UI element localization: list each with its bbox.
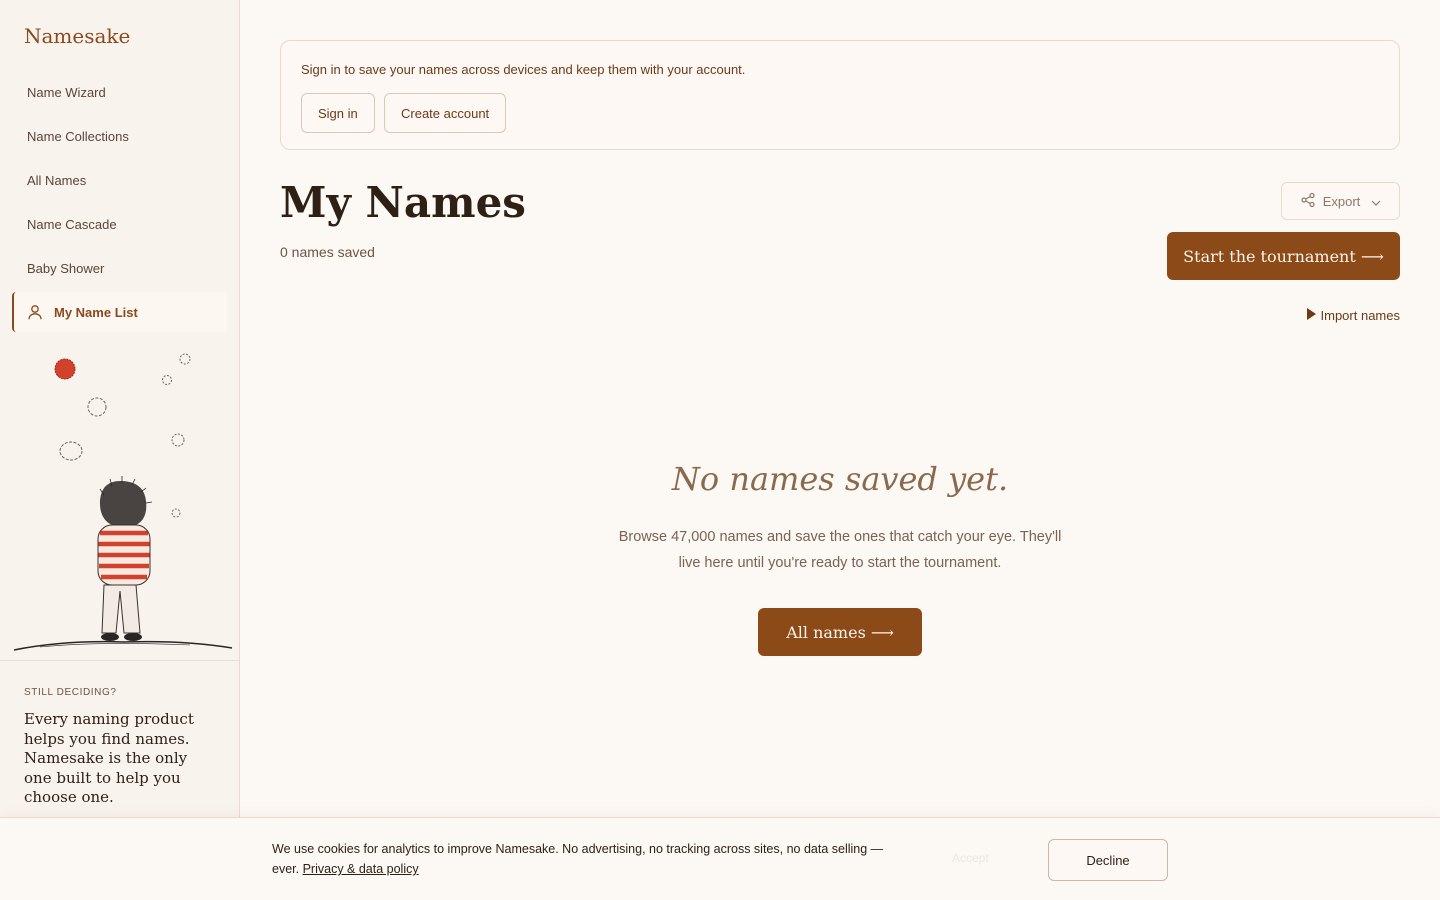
empty-state-title: No names saved yet. xyxy=(671,460,1009,498)
empty-state-description: Browse 47,000 names and save the ones th… xyxy=(618,529,1062,571)
sidebar-item-label: Name Cascade xyxy=(27,216,117,232)
privacy-policy-link[interactable]: Privacy & data policy xyxy=(303,862,419,876)
accept-button[interactable]: Accept xyxy=(952,851,989,865)
export-dropdown[interactable]: Export xyxy=(1281,182,1400,220)
sidebar-item-name-wizard[interactable]: Name Wizard xyxy=(12,72,227,112)
sidebar-item-all-names[interactable]: All Names xyxy=(12,160,227,200)
chevron-down-icon xyxy=(1371,194,1381,209)
signin-banner: Sign in to save your names across device… xyxy=(280,40,1400,150)
sidebar-item-my-name-list[interactable]: My Name List xyxy=(12,292,227,332)
play-icon xyxy=(1306,308,1316,323)
sidebar-item-label: All Names xyxy=(27,172,87,188)
sidebar-nav: Name Wizard Name Collections All Names N… xyxy=(12,72,227,336)
import-names-toggle[interactable]: Import names xyxy=(1306,308,1400,323)
page-title: My Names xyxy=(280,178,526,227)
sidebar-item-label: Name Wizard xyxy=(27,84,106,100)
child-illustration xyxy=(0,345,240,660)
user-icon xyxy=(28,304,42,320)
names-count: 0 names saved xyxy=(280,244,375,260)
decline-button[interactable]: Decline xyxy=(1048,839,1168,881)
sidebar-item-name-collections[interactable]: Name Collections xyxy=(12,116,227,156)
create-account-button[interactable]: Create account xyxy=(384,93,507,133)
sidebar-item-label: Baby Shower xyxy=(27,260,105,276)
export-label: Export xyxy=(1322,193,1361,209)
sidebar-footer-eyebrow: STILL DECIDING? xyxy=(24,687,117,698)
sidebar-item-label: My Name List xyxy=(54,304,138,320)
sign-in-button[interactable]: Sign in xyxy=(301,93,375,133)
sidebar-item-baby-shower[interactable]: Baby Shower xyxy=(12,248,227,288)
share-icon xyxy=(1300,192,1316,211)
sidebar-item-label: Name Collections xyxy=(27,128,129,144)
sidebar: Namesake Name Wizard Name Collections Al… xyxy=(0,0,240,900)
all-names-button[interactable]: All names ⟶ xyxy=(758,608,922,656)
cookie-text: We use cookies for analytics to improve … xyxy=(272,839,912,879)
start-tournament-button[interactable]: Start the tournament ⟶ xyxy=(1167,232,1400,280)
sidebar-footer-quote: Every naming product helps you find name… xyxy=(24,710,194,806)
import-names-label: Import names xyxy=(1320,308,1400,323)
sidebar-item-name-cascade[interactable]: Name Cascade xyxy=(12,204,227,244)
banner-text: Sign in to save your names across device… xyxy=(301,62,746,77)
brand-logo[interactable]: Namesake xyxy=(24,24,130,48)
cookie-banner: We use cookies for analytics to improve … xyxy=(0,817,1440,900)
